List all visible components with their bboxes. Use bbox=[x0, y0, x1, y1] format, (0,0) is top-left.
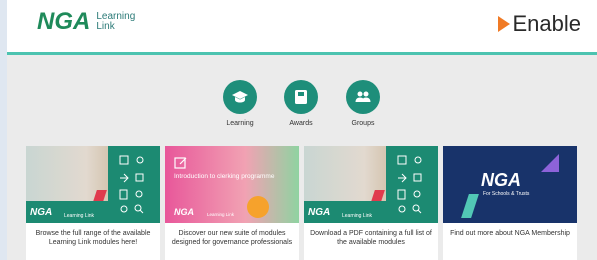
badge-mark: NGA bbox=[30, 207, 53, 218]
badge-sub: Learning Link bbox=[342, 213, 373, 219]
badge-sub: Learning Link bbox=[207, 211, 235, 217]
card-browse-modules[interactable]: NGA Learning Link Browse the full range … bbox=[26, 146, 160, 260]
badge-mark: NGA bbox=[481, 170, 521, 190]
decorative-stripe bbox=[461, 194, 479, 218]
card-description: Discover our new suite of modules design… bbox=[171, 230, 293, 246]
card-image: NGA For Schools & Trusts bbox=[443, 146, 577, 223]
logo-mark: NGA bbox=[37, 8, 91, 35]
card-clerking-programme[interactable]: Introduction to clerking programme NGA L… bbox=[165, 146, 299, 260]
nav-awards-label: Awards bbox=[289, 120, 313, 127]
decorative-circle bbox=[247, 196, 269, 218]
book-icon bbox=[295, 90, 307, 104]
awards-circle[interactable] bbox=[284, 80, 318, 114]
card-description: Find out more about NGA Membership bbox=[450, 230, 570, 237]
logo-text: Learning Link bbox=[96, 12, 135, 32]
nav-awards[interactable]: Awards bbox=[271, 80, 331, 127]
decorative-triangle bbox=[541, 154, 559, 172]
logo-text-line2: Link bbox=[96, 21, 115, 32]
badge-sub: For Schools & Trusts bbox=[483, 191, 530, 197]
graduation-cap-icon bbox=[232, 91, 248, 103]
nga-badge: NGA Learning Link bbox=[26, 201, 108, 223]
groups-circle[interactable] bbox=[346, 80, 380, 114]
nav-learning[interactable]: Learning bbox=[210, 80, 270, 127]
people-icon bbox=[355, 91, 371, 102]
site-header: NGA Learning Link Enable bbox=[7, 0, 597, 52]
play-icon bbox=[498, 16, 511, 32]
nav-groups-label: Groups bbox=[351, 120, 375, 127]
edit-icon bbox=[174, 157, 187, 169]
card-image: NGA Learning Link bbox=[26, 146, 160, 223]
enable-text: Enable bbox=[512, 11, 581, 36]
card-image: NGA Learning Link bbox=[304, 146, 438, 223]
nga-learning-link-logo[interactable]: NGA Learning Link bbox=[37, 8, 135, 36]
feature-icons bbox=[397, 155, 422, 214]
enable-logo[interactable]: Enable bbox=[498, 11, 581, 37]
nga-badge: NGA Learning Link bbox=[304, 201, 386, 223]
learning-circle[interactable] bbox=[223, 80, 257, 114]
nav-learning-label: Learning bbox=[226, 120, 254, 127]
icon-panel bbox=[386, 146, 438, 223]
card-image: Introduction to clerking programme NGA L… bbox=[165, 146, 299, 223]
programme-title: Introduction to clerking programme bbox=[174, 173, 275, 180]
feature-icons bbox=[119, 155, 144, 214]
nav-groups[interactable]: Groups bbox=[333, 80, 393, 127]
card-nga-membership[interactable]: NGA For Schools & Trusts Find out more a… bbox=[443, 146, 577, 260]
card-download-pdf[interactable]: NGA Learning Link Download a PDF contain… bbox=[304, 146, 438, 260]
badge-mark: NGA bbox=[308, 207, 331, 218]
badge-sub: Learning Link bbox=[64, 213, 95, 219]
card-description: Browse the full range of the available L… bbox=[35, 230, 151, 246]
card-description: Download a PDF containing a full list of… bbox=[310, 230, 432, 246]
icon-panel bbox=[108, 146, 160, 223]
badge-mark: NGA bbox=[174, 207, 194, 217]
